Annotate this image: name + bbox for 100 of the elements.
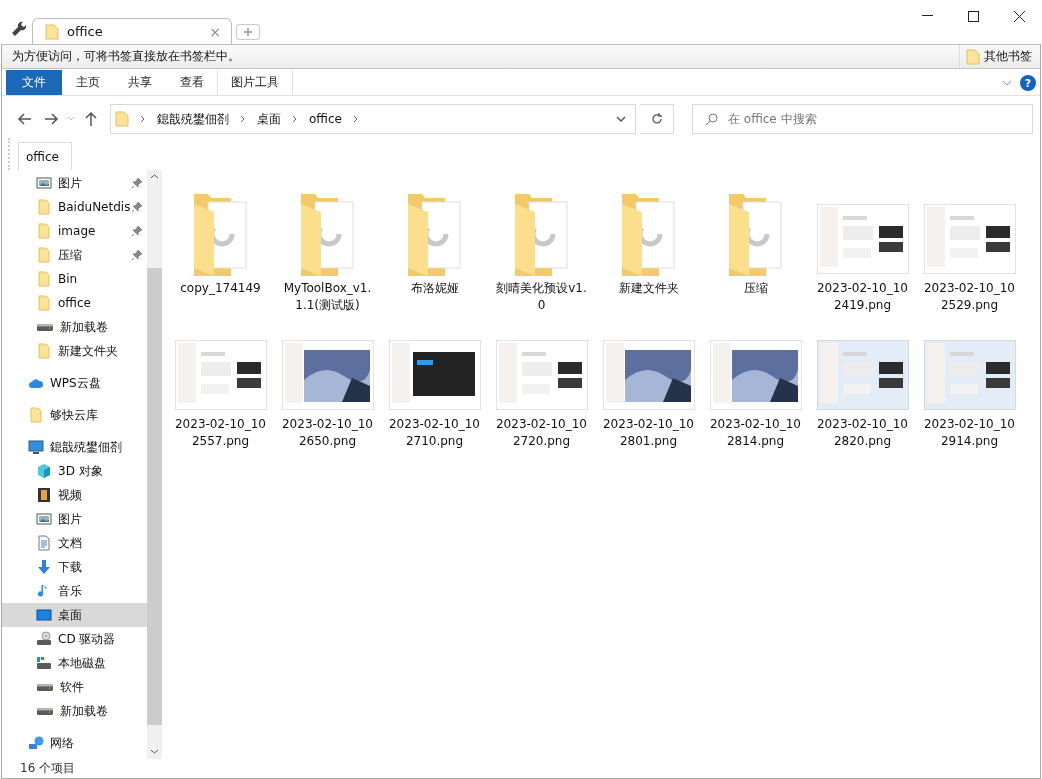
file-name[interactable]: 2023-02-10_102914.png <box>921 416 1018 450</box>
nav-item[interactable]: 3D 对象 <box>2 459 147 483</box>
maximize-icon <box>967 10 979 22</box>
refresh-button[interactable] <box>640 104 674 134</box>
document-icon <box>36 535 52 551</box>
nav-label: 够快云库 <box>50 406 98 424</box>
drive-icon <box>37 707 53 715</box>
folder-icon <box>966 48 980 65</box>
monitor-icon <box>28 439 44 455</box>
nav-label: image <box>58 224 96 238</box>
file-name[interactable]: 2023-02-10_102557.png <box>172 416 269 450</box>
nav-item[interactable]: 音乐 <box>2 579 147 603</box>
breadcrumb[interactable]: 鎴戠殑鐢佃剳 <box>157 110 229 128</box>
nav-item[interactable]: image <box>2 219 147 243</box>
nav-item[interactable]: office <box>2 291 147 315</box>
file-name[interactable]: 2023-02-10_102814.png <box>707 416 804 450</box>
file-name[interactable]: 2023-02-10_102820.png <box>814 416 911 450</box>
nav-item[interactable]: CD 驱动器 <box>2 627 147 651</box>
nav-label: 图片 <box>58 510 82 528</box>
nav-item[interactable]: 鎴戠殑鐢佃剳 <box>2 435 147 459</box>
close-tab-button[interactable]: × <box>209 23 221 40</box>
file-name[interactable]: 布洛妮娅 <box>386 280 483 297</box>
nav-label: 视频 <box>58 486 82 504</box>
folder-icon <box>45 23 59 40</box>
chevron-right-icon[interactable] <box>239 115 247 123</box>
nav-label: Bin <box>58 272 78 286</box>
bookmarks-hint: 为方便访问，可将书签直接放在书签栏中。 <box>12 48 240 65</box>
location-tab[interactable]: office <box>18 142 72 170</box>
breadcrumb[interactable]: office <box>309 112 342 126</box>
file-name[interactable]: 2023-02-10_102801.png <box>600 416 697 450</box>
cube-icon <box>36 463 52 479</box>
file-name[interactable]: MyToolBox_v1.1.1(测试版) <box>279 280 376 314</box>
ribbon-tab[interactable]: 图片工具 <box>218 70 293 95</box>
folder-icon <box>115 111 129 127</box>
chevron-right-icon[interactable] <box>291 115 299 123</box>
help-button[interactable]: ? <box>1020 75 1036 91</box>
drive-icon <box>37 323 53 331</box>
nav-item[interactable]: 桌面 <box>2 603 147 627</box>
nav-label: 新建文件夹 <box>58 342 118 360</box>
file-name[interactable]: 2023-02-10_102650.png <box>279 416 376 450</box>
nav-item[interactable]: 新加载卷 <box>2 699 147 723</box>
ribbon-tab[interactable]: 共享 <box>114 70 166 95</box>
folder-icon <box>28 407 44 423</box>
nav-item[interactable]: Bin <box>2 267 147 291</box>
breadcrumb[interactable]: 桌面 <box>257 110 281 128</box>
search-icon <box>705 112 718 126</box>
nav-item[interactable]: 图片 <box>2 507 147 531</box>
nav-label: 图片 <box>58 174 82 192</box>
file-name[interactable]: 2023-02-10_102529.png <box>921 280 1018 314</box>
nav-label: 桌面 <box>58 606 82 624</box>
nav-label: BaiduNetdis <box>58 200 131 214</box>
nav-item[interactable]: 本地磁盘 <box>2 651 147 675</box>
item-count: 16 个项目 <box>20 760 76 777</box>
network-icon <box>28 735 44 751</box>
chevron-right-icon[interactable] <box>139 115 147 123</box>
cd-drive-icon <box>36 631 52 647</box>
file-name[interactable]: 刻晴美化预设v1.0 <box>493 280 590 314</box>
nav-item[interactable]: 视频 <box>2 483 147 507</box>
nav-item[interactable]: WPS云盘 <box>2 371 147 395</box>
file-name[interactable]: 2023-02-10_102710.png <box>386 416 483 450</box>
file-name[interactable]: 2023-02-10_102720.png <box>493 416 590 450</box>
film-icon <box>36 487 52 503</box>
nav-item[interactable]: 下载 <box>2 555 147 579</box>
nav-item[interactable]: 软件 <box>2 675 147 699</box>
nav-label: WPS云盘 <box>50 374 101 392</box>
chevron-down-icon[interactable] <box>615 115 627 123</box>
nav-item[interactable]: 新建文件夹 <box>2 339 147 363</box>
file-name[interactable]: 新建文件夹 <box>600 280 697 297</box>
chevron-right-icon[interactable] <box>351 115 360 123</box>
wrench-icon[interactable] <box>10 20 26 36</box>
nav-item[interactable]: 够快云库 <box>2 403 147 427</box>
nav-item[interactable]: 压缩 <box>2 243 147 267</box>
nav-item[interactable]: 图片 <box>2 171 147 195</box>
file-name[interactable]: 2023-02-10_102419.png <box>814 280 911 314</box>
file-name[interactable]: 压缩 <box>707 280 804 297</box>
ribbon-tab[interactable]: 文件 <box>6 70 62 95</box>
close-icon <box>1013 10 1025 22</box>
nav-item[interactable]: 文档 <box>2 531 147 555</box>
nav-label: 压缩 <box>58 246 82 264</box>
address-bar[interactable]: 鎴戠殑鐢佃剳 桌面 office <box>110 104 636 134</box>
nav-label: 本地磁盘 <box>58 654 106 672</box>
drive-icon <box>37 683 53 691</box>
nav-label: 下载 <box>58 558 82 576</box>
search-field[interactable]: 在 office 中搜索 <box>692 104 1033 134</box>
nav-item[interactable]: BaiduNetdis <box>2 195 147 219</box>
folder-icon <box>36 295 52 311</box>
picture-icon <box>36 511 52 527</box>
other-bookmarks-button[interactable]: 其他书签 <box>959 45 1032 68</box>
ribbon-tab[interactable]: 主页 <box>62 70 114 95</box>
folder-icon <box>36 199 52 215</box>
nav-item[interactable]: 新加载卷 <box>2 315 147 339</box>
download-icon <box>36 559 52 575</box>
refresh-icon <box>650 113 663 125</box>
ribbon-tab[interactable]: 查看 <box>166 70 218 95</box>
file-name[interactable]: copy_174149 <box>172 280 269 297</box>
nav-label: 3D 对象 <box>58 462 103 480</box>
scrollbar[interactable] <box>147 170 162 759</box>
browser-tab[interactable]: office × <box>32 18 232 44</box>
nav-label: 文档 <box>58 534 82 552</box>
nav-item[interactable]: 网络 <box>2 731 147 755</box>
